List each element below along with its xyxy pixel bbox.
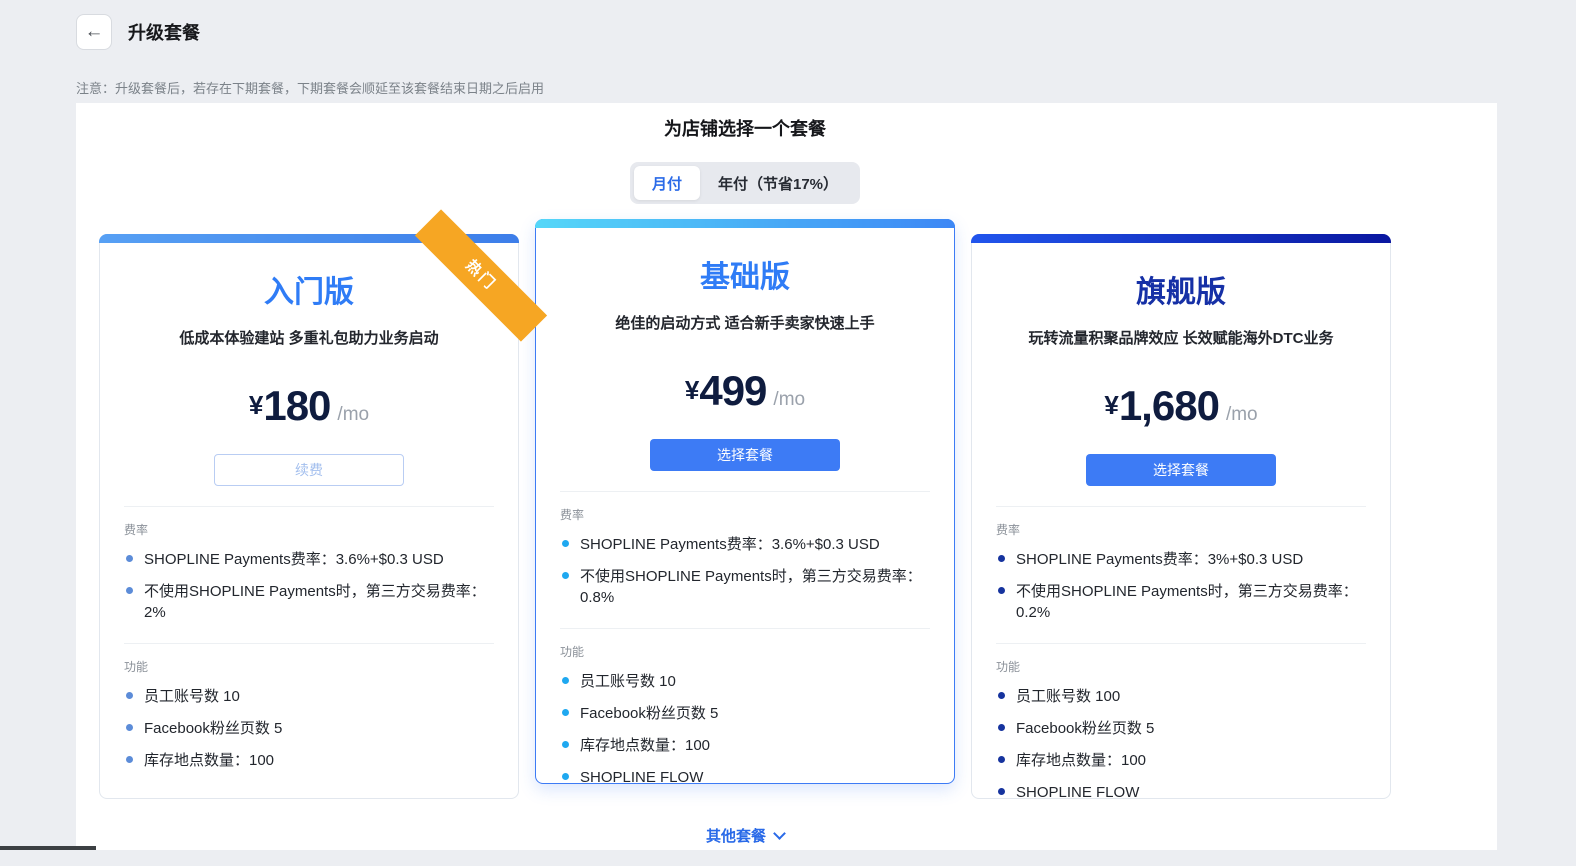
rate-item: SHOPLINE Payments费率：3.6%+$0.3 USD (124, 549, 494, 570)
rate-item: 不使用SHOPLINE Payments时，第三方交易费率：0.8% (560, 566, 930, 608)
other-plans-row: 其他套餐 (99, 825, 1391, 866)
rate-item: 不使用SHOPLINE Payments时，第三方交易费率：0.2% (996, 581, 1366, 623)
bullet-dot-icon (998, 756, 1005, 763)
renew-button[interactable]: 续费 (214, 454, 404, 486)
bullet-dot-icon (562, 773, 569, 780)
bullet-dot-icon (998, 692, 1005, 699)
select-plan-button[interactable]: 选择套餐 (1086, 454, 1276, 486)
features-label: 功能 (124, 658, 494, 675)
plan-card-basic: 基础版 绝佳的启动方式 适合新手卖家快速上手 ¥499/mo 选择套餐 费率 S… (535, 219, 955, 784)
bullet-dot-icon (126, 724, 133, 731)
features-section: 功能 员工账号数 100 Facebook粉丝页数 5 库存地点数量：100 S… (972, 658, 1390, 803)
features-section: 功能 员工账号数 10 Facebook粉丝页数 5 库存地点数量：100 (100, 658, 518, 771)
feature-item: 员工账号数 100 (996, 686, 1366, 707)
plans-panel-inner: 为店铺选择一个套餐 月付 年付（节省17%） 热门 入门版 低成本体验建站 多重… (99, 103, 1391, 866)
plan-card-flagship: 旗舰版 玩转流量积聚品牌效应 长效赋能海外DTC业务 ¥1,680/mo 选择套… (971, 234, 1391, 799)
plan-card-starter: 热门 入门版 低成本体验建站 多重礼包助力业务启动 ¥180/mo 续费 费率 … (99, 234, 519, 799)
price-period: /mo (337, 404, 369, 425)
billing-yearly-tab[interactable]: 年付（节省17%） (700, 166, 856, 200)
rates-label: 费率 (124, 521, 494, 538)
page-header: ← 升级套餐 (76, 14, 200, 50)
bullet-dot-icon (126, 587, 133, 594)
plan-tagline: 玩转流量积聚品牌效应 长效赋能海外DTC业务 (972, 327, 1390, 348)
features-label: 功能 (560, 643, 930, 660)
plan-tagline: 绝佳的启动方式 适合新手卖家快速上手 (536, 312, 954, 333)
select-plan-button[interactable]: 选择套餐 (650, 439, 840, 471)
features-label: 功能 (996, 658, 1366, 675)
rates-label: 费率 (996, 521, 1366, 538)
bullet-dot-icon (562, 677, 569, 684)
feature-item: Facebook粉丝页数 5 (124, 718, 494, 739)
features-section: 功能 员工账号数 10 Facebook粉丝页数 5 库存地点数量：100 SH… (536, 643, 954, 788)
price-amount: 499 (699, 367, 766, 414)
plan-price: ¥1,680/mo (972, 382, 1390, 430)
rate-item: SHOPLINE Payments费率：3.6%+$0.3 USD (560, 534, 930, 555)
feature-item: 员工账号数 10 (560, 671, 930, 692)
price-period: /mo (773, 389, 805, 410)
bullet-dot-icon (998, 788, 1005, 795)
feature-item: 员工账号数 10 (124, 686, 494, 707)
plans-panel: 为店铺选择一个套餐 月付 年付（节省17%） 热门 入门版 低成本体验建站 多重… (76, 103, 1497, 850)
back-arrow-icon: ← (85, 21, 104, 43)
divider (996, 643, 1366, 644)
divider (124, 643, 494, 644)
other-plans-link[interactable]: 其他套餐 (706, 825, 784, 846)
plan-cards: 热门 入门版 低成本体验建站 多重礼包助力业务启动 ¥180/mo 续费 费率 … (99, 234, 1391, 799)
price-amount: 180 (263, 382, 330, 429)
bullet-dot-icon (562, 709, 569, 716)
chevron-down-icon (773, 827, 786, 840)
upgrade-note: 注意：升级套餐后，若存在下期套餐，下期套餐会顺延至该套餐结束日期之后启用 (76, 78, 544, 97)
card-top-strip (971, 234, 1391, 243)
divider (560, 628, 930, 629)
billing-monthly-tab[interactable]: 月付 (634, 166, 700, 200)
feature-item: SHOPLINE FLOW (560, 767, 930, 788)
feature-item: SHOPLINE FLOW (996, 782, 1366, 803)
bullet-dot-icon (562, 572, 569, 579)
bullet-dot-icon (126, 756, 133, 763)
back-button[interactable]: ← (76, 14, 112, 50)
feature-item: Facebook粉丝页数 5 (996, 718, 1366, 739)
plan-name: 旗舰版 (972, 267, 1390, 311)
feature-item: Facebook粉丝页数 5 (560, 703, 930, 724)
currency-symbol: ¥ (249, 390, 263, 420)
divider (124, 506, 494, 507)
rate-item: SHOPLINE Payments费率：3%+$0.3 USD (996, 549, 1366, 570)
rates-label: 费率 (560, 506, 930, 523)
plan-price: ¥180/mo (100, 382, 518, 430)
bullet-dot-icon (126, 692, 133, 699)
bullet-dot-icon (562, 741, 569, 748)
plan-price: ¥499/mo (536, 367, 954, 415)
page-title: 升级套餐 (128, 19, 200, 45)
rate-item: 不使用SHOPLINE Payments时，第三方交易费率：2% (124, 581, 494, 623)
price-amount: 1,680 (1119, 382, 1219, 429)
bullet-dot-icon (998, 724, 1005, 731)
panel-title: 为店铺选择一个套餐 (99, 103, 1391, 141)
plan-tagline: 低成本体验建站 多重礼包助力业务启动 (100, 327, 518, 348)
plan-name: 基础版 (536, 252, 954, 296)
bullet-dot-icon (998, 587, 1005, 594)
bottom-corner-strip (0, 846, 96, 850)
bullet-dot-icon (562, 540, 569, 547)
feature-item: 库存地点数量：100 (996, 750, 1366, 771)
billing-toggle: 月付 年付（节省17%） (630, 162, 860, 204)
rates-section: 费率 SHOPLINE Payments费率：3.6%+$0.3 USD 不使用… (100, 521, 518, 623)
divider (996, 506, 1366, 507)
bullet-dot-icon (126, 555, 133, 562)
currency-symbol: ¥ (685, 375, 699, 405)
rates-section: 费率 SHOPLINE Payments费率：3%+$0.3 USD 不使用SH… (972, 521, 1390, 623)
card-top-strip (535, 219, 955, 228)
price-period: /mo (1226, 404, 1258, 425)
currency-symbol: ¥ (1104, 390, 1118, 420)
divider (560, 491, 930, 492)
feature-item: 库存地点数量：100 (124, 750, 494, 771)
rates-section: 费率 SHOPLINE Payments费率：3.6%+$0.3 USD 不使用… (536, 506, 954, 608)
feature-item: 库存地点数量：100 (560, 735, 930, 756)
bullet-dot-icon (998, 555, 1005, 562)
